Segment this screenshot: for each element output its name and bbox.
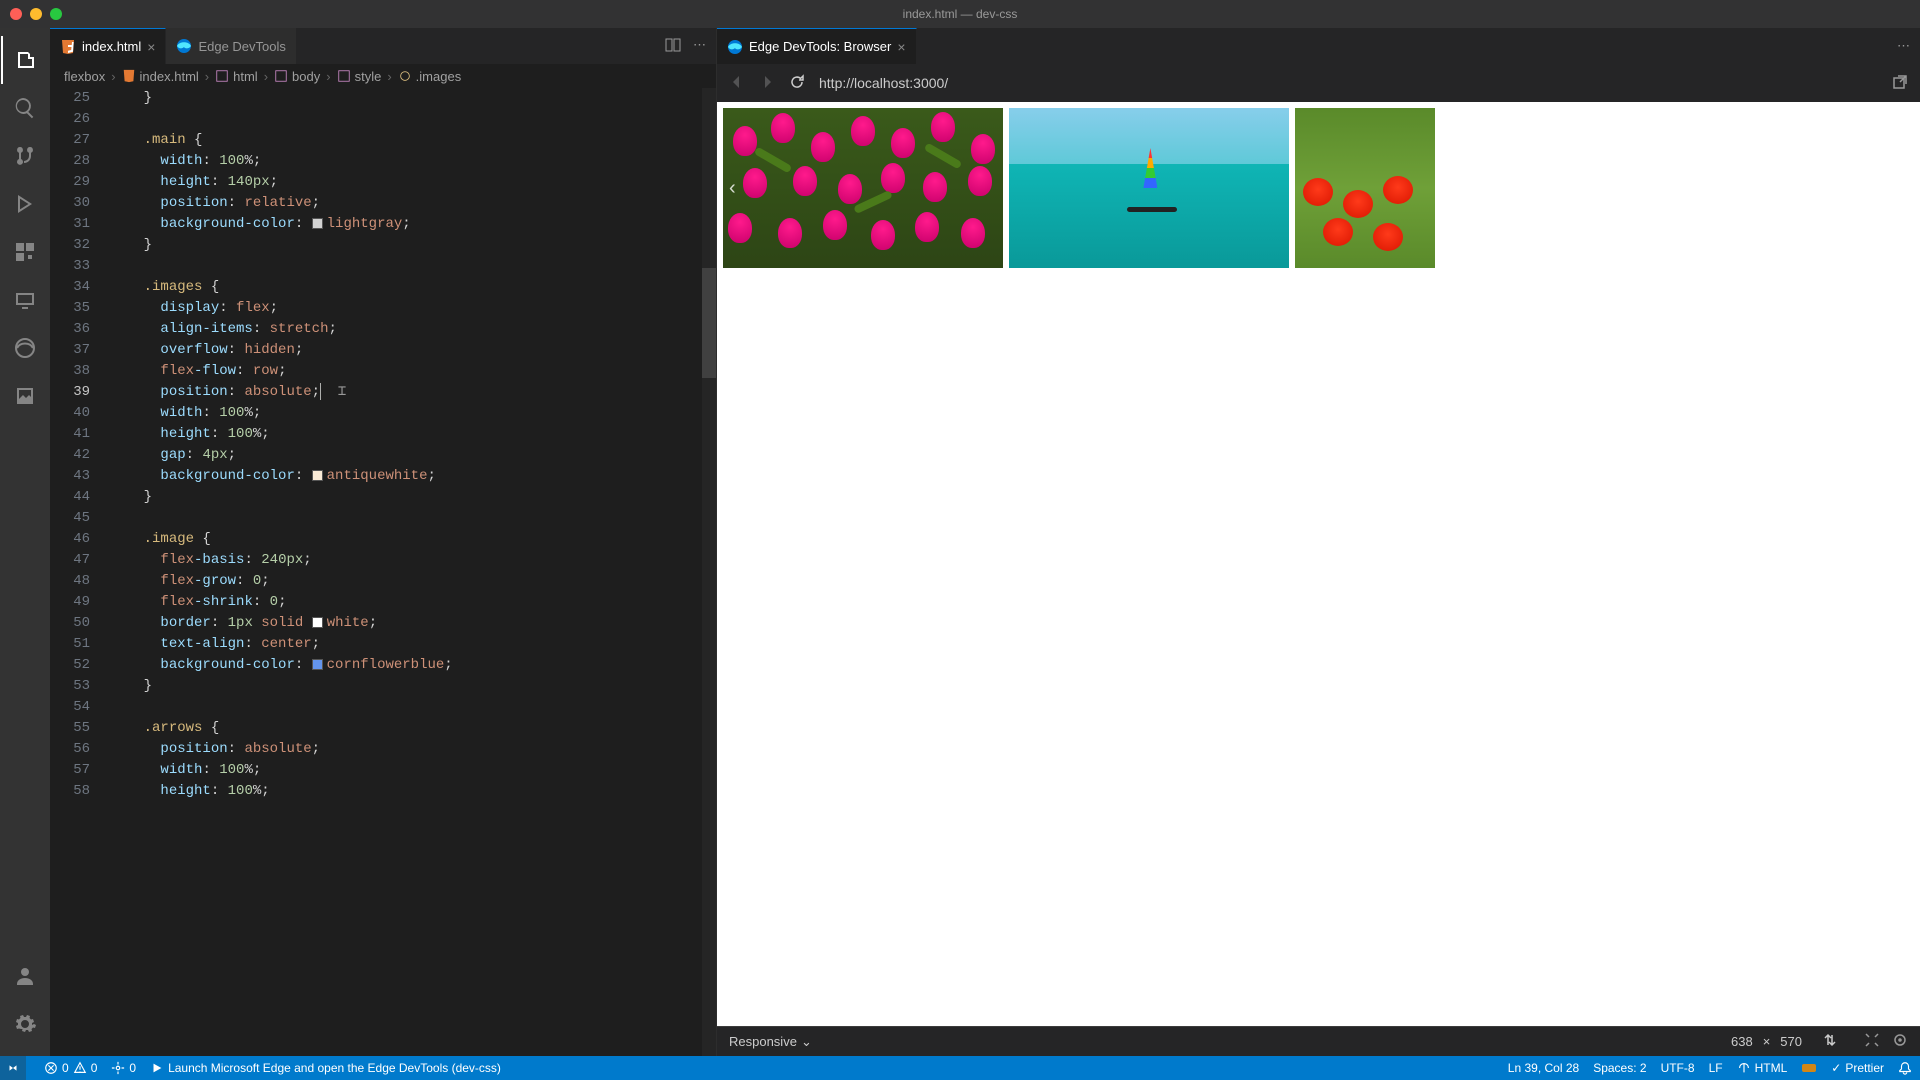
breadcrumb-item[interactable]: body: [274, 69, 320, 84]
remote-icon[interactable]: [1, 276, 49, 324]
carousel-next-icon[interactable]: ›: [1901, 177, 1908, 200]
minimize-window-button[interactable]: [30, 8, 42, 20]
preview-image-tulips: [723, 108, 1003, 268]
inspect-icon[interactable]: [1892, 1032, 1908, 1051]
preview-image-windsurf: [1009, 108, 1289, 268]
editor-actions-right: ⋯: [1897, 38, 1920, 54]
breadcrumb-item[interactable]: html: [215, 69, 258, 84]
remote-indicator[interactable]: [0, 1056, 26, 1080]
html-file-icon: [60, 39, 76, 55]
settings-gear-icon[interactable]: [1, 1000, 49, 1048]
chevron-right-icon: ›: [324, 69, 332, 84]
chevron-right-icon: ›: [385, 69, 393, 84]
edge-activity-icon[interactable]: [1, 324, 49, 372]
viewport-width[interactable]: 638: [1731, 1034, 1753, 1049]
tab-bar-right: Edge DevTools: Browser × ⋯: [717, 28, 1920, 64]
screenshot-icon[interactable]: [1864, 1032, 1880, 1051]
editor-group-right: Edge DevTools: Browser × ⋯ http://localh…: [717, 28, 1920, 1056]
tab-label: Edge DevTools: Browser: [749, 39, 891, 54]
open-external-icon[interactable]: [1892, 74, 1908, 93]
line-number-gutter: 2526272829303132333435363738394041424344…: [50, 88, 110, 1056]
status-bar: 0 0 0 Launch Microsoft Edge and open the…: [0, 1056, 1920, 1080]
browser-viewport: ‹: [717, 102, 1920, 1026]
window-titlebar: index.html — dev-css: [0, 0, 1920, 28]
close-icon[interactable]: ×: [147, 39, 155, 55]
run-debug-icon[interactable]: [1, 180, 49, 228]
prettier-status[interactable]: ✓ Prettier: [1831, 1061, 1884, 1075]
breadcrumb-item[interactable]: index.html: [122, 69, 199, 84]
language-mode[interactable]: HTML: [1737, 1061, 1788, 1075]
code-content[interactable]: } .main { width: 100%; height: 140px; po…: [110, 88, 716, 1056]
tab-label: Edge DevTools: [198, 39, 285, 54]
breadcrumb-item[interactable]: .images: [398, 69, 462, 84]
breadcrumb-item[interactable]: style: [337, 69, 382, 84]
browser-footer: Responsive ⌄ 638 × 570: [717, 1026, 1920, 1056]
url-bar[interactable]: http://localhost:3000/: [819, 75, 1878, 91]
tab-index-html[interactable]: index.html ×: [50, 28, 166, 64]
split-editor-icon[interactable]: [665, 37, 681, 56]
activity-bar: [0, 28, 50, 1056]
ports-indicator[interactable]: 0: [111, 1061, 136, 1075]
breadcrumb[interactable]: flexbox › index.html › html › body › sty…: [50, 64, 716, 88]
extensions-icon[interactable]: [1, 228, 49, 276]
problems-indicator[interactable]: 0 0: [44, 1061, 97, 1075]
browser-toolbar: http://localhost:3000/: [717, 64, 1920, 102]
tab-label: index.html: [82, 39, 141, 54]
reload-icon[interactable]: [789, 74, 805, 93]
viewport-height[interactable]: 570: [1780, 1034, 1802, 1049]
tab-edge-devtools[interactable]: Edge DevTools: [166, 28, 296, 64]
viewport-dimensions: 638 × 570: [1731, 1032, 1838, 1051]
launch-edge-msg[interactable]: Launch Microsoft Edge and open the Edge …: [150, 1061, 501, 1075]
tab-edge-browser[interactable]: Edge DevTools: Browser ×: [717, 28, 917, 64]
code-editor[interactable]: 2526272829303132333435363738394041424344…: [50, 88, 716, 1056]
maximize-window-button[interactable]: [50, 8, 62, 20]
preview-image-poppies: [1295, 108, 1435, 268]
dimension-separator: ×: [1763, 1034, 1771, 1049]
search-icon[interactable]: [1, 84, 49, 132]
main-layout: index.html × Edge DevTools ⋯ flexbox ›: [0, 28, 1920, 1056]
close-icon[interactable]: ×: [897, 39, 905, 55]
edge-icon: [727, 39, 743, 55]
minimap[interactable]: [702, 88, 716, 1056]
editor-actions-left: ⋯: [665, 37, 716, 56]
window-title: index.html — dev-css: [903, 7, 1018, 21]
chevron-down-icon: ⌄: [801, 1034, 812, 1050]
editor-group-left: index.html × Edge DevTools ⋯ flexbox ›: [50, 28, 717, 1056]
tab-bar-left: index.html × Edge DevTools ⋯: [50, 28, 716, 64]
minimap-thumb[interactable]: [702, 268, 716, 378]
breadcrumb-item[interactable]: flexbox: [64, 69, 105, 84]
chevron-right-icon: ›: [109, 69, 117, 84]
explorer-icon[interactable]: [1, 36, 49, 84]
responsive-selector[interactable]: Responsive ⌄: [729, 1034, 812, 1050]
notifications-icon[interactable]: [1898, 1061, 1912, 1075]
eol[interactable]: LF: [1709, 1061, 1723, 1075]
more-actions-icon[interactable]: ⋯: [1897, 38, 1910, 54]
more-actions-icon[interactable]: ⋯: [693, 37, 706, 56]
close-window-button[interactable]: [10, 8, 22, 20]
forward-icon[interactable]: [759, 74, 775, 93]
chevron-right-icon: ›: [203, 69, 211, 84]
port-badge[interactable]: [1801, 1060, 1817, 1076]
indentation[interactable]: Spaces: 2: [1593, 1061, 1646, 1075]
source-control-icon[interactable]: [1, 132, 49, 180]
mac-traffic-lights: [10, 8, 62, 20]
encoding[interactable]: UTF-8: [1661, 1061, 1695, 1075]
edge-icon: [176, 38, 192, 54]
cursor-position[interactable]: Ln 39, Col 28: [1508, 1061, 1579, 1075]
chevron-right-icon: ›: [262, 69, 270, 84]
image-activity-icon[interactable]: [1, 372, 49, 420]
back-icon[interactable]: [729, 74, 745, 93]
rotate-icon[interactable]: [1822, 1032, 1838, 1051]
carousel-prev-icon[interactable]: ‹: [729, 177, 736, 200]
account-icon[interactable]: [1, 952, 49, 1000]
